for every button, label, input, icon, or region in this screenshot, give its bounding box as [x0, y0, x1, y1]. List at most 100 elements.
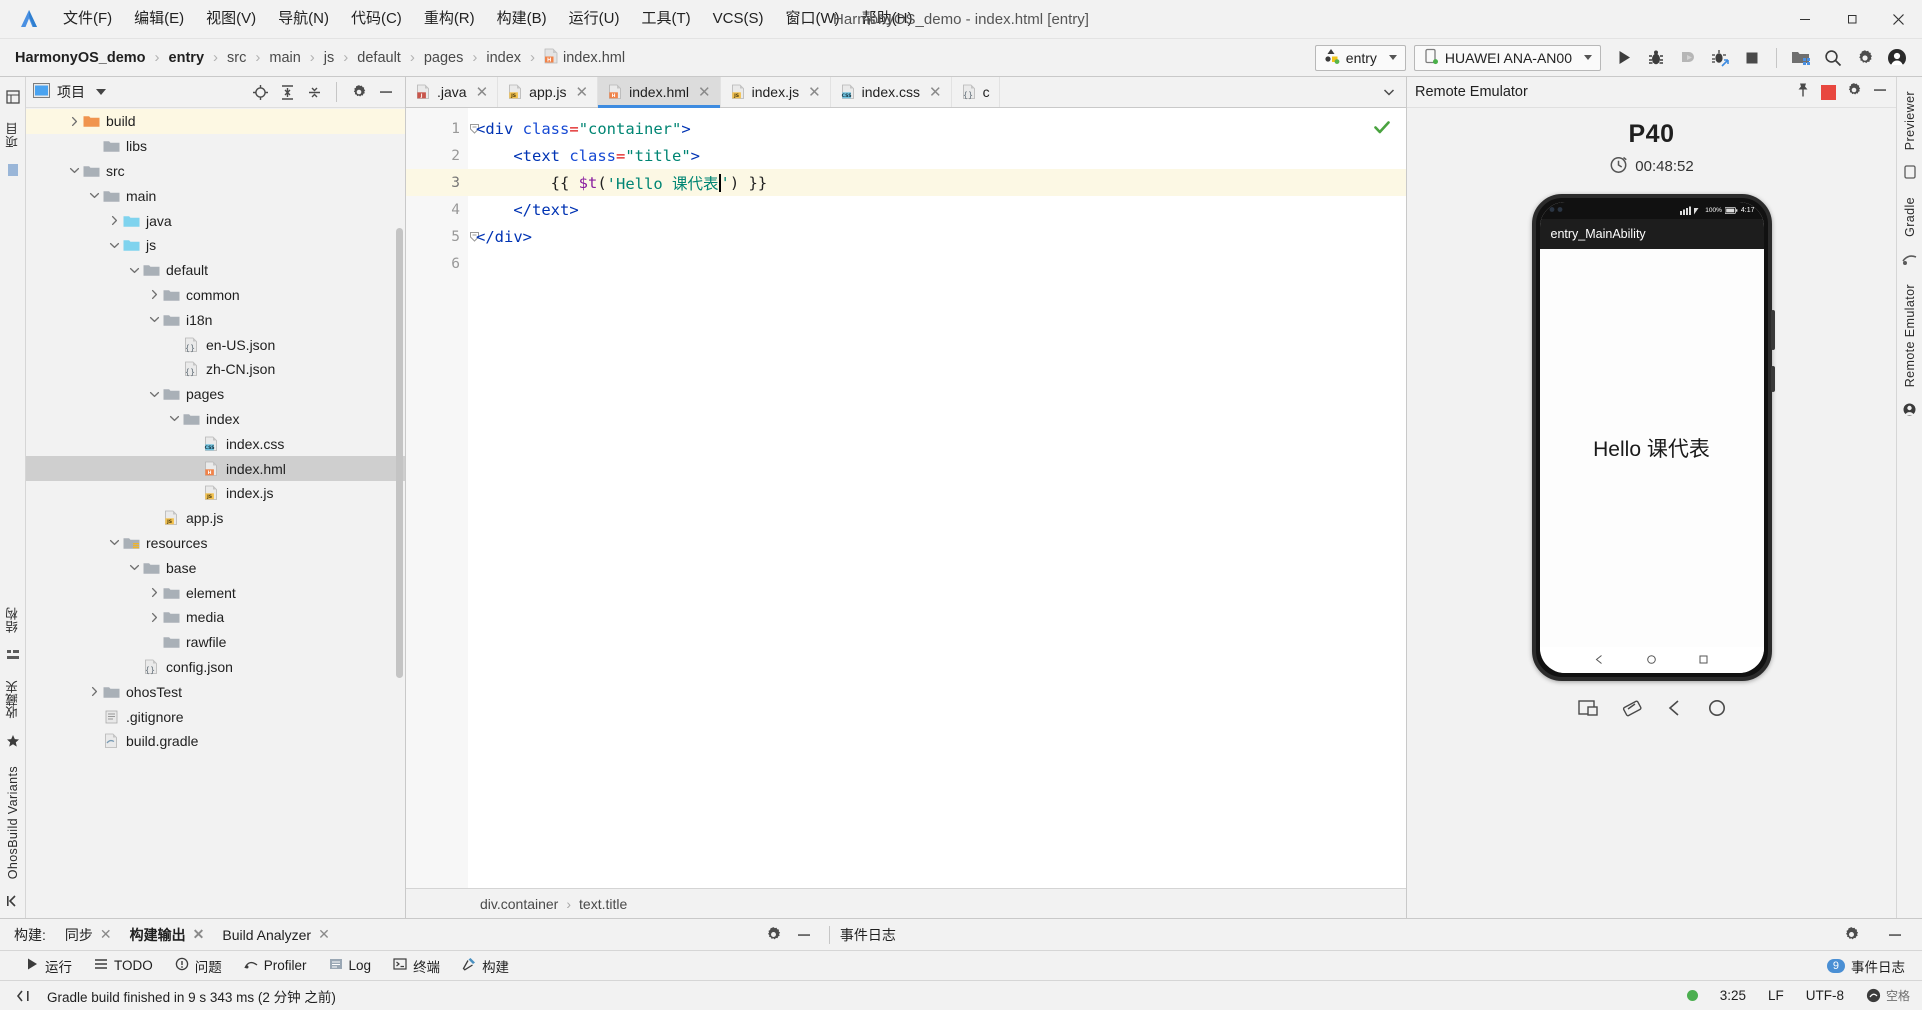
tree-row-base[interactable]: base: [26, 555, 405, 580]
code-editor[interactable]: 1 2 3 4 5 6 <div class = "container" > <text cla…: [406, 108, 1406, 888]
tree-row-ohostest[interactable]: ohosTest: [26, 679, 405, 704]
stop-button[interactable]: [1737, 43, 1767, 73]
phone-app-content[interactable]: Hello 课代表: [1539, 249, 1764, 647]
breadcrumb-item-index[interactable]: index: [484, 48, 523, 68]
code-line[interactable]: [468, 250, 1406, 277]
tool-button-log[interactable]: Log: [318, 954, 383, 977]
tree-row-index[interactable]: index: [26, 407, 405, 432]
line-separator[interactable]: LF: [1768, 988, 1784, 1003]
editor-tab-index-hml[interactable]: Hindex.hml ✕: [598, 77, 721, 108]
chevron-down-icon[interactable]: [106, 240, 122, 251]
expand-all-button[interactable]: [275, 80, 299, 104]
caret-position[interactable]: 3:25: [1720, 988, 1746, 1003]
stop-emulator-icon[interactable]: [1821, 84, 1836, 100]
chevron-right-icon[interactable]: [66, 116, 82, 127]
menu-item-edit[interactable]: 编辑(E): [123, 5, 195, 33]
breadcrumb-item-module[interactable]: entry: [167, 48, 206, 68]
sidebar-item-gradle[interactable]: Gradle: [1899, 189, 1921, 245]
file-encoding[interactable]: UTF-8: [1806, 988, 1844, 1003]
breadcrumb-item-default[interactable]: default: [355, 48, 403, 68]
star-icon[interactable]: [6, 734, 20, 751]
tool-button-terminal[interactable]: 终端: [382, 953, 451, 979]
tree-row-common[interactable]: common: [26, 283, 405, 308]
emulator-settings-icon[interactable]: [1846, 82, 1862, 102]
previewer-icon[interactable]: [1903, 165, 1917, 182]
device-selector[interactable]: HUAWEI ANA-AN00: [1413, 44, 1601, 71]
tool-button-todo[interactable]: TODO: [83, 954, 164, 977]
chevron-down-icon[interactable]: [166, 413, 182, 424]
chevron-right-icon[interactable]: [146, 612, 162, 623]
tool-button-problems[interactable]: 问题: [164, 953, 233, 979]
tree-row-index-hml[interactable]: Hindex.hml: [26, 456, 405, 481]
code-line[interactable]: {{ $t('Hello 课代表 ') }}: [468, 169, 1406, 196]
close-icon[interactable]: ✕: [808, 83, 821, 101]
chevron-down-icon[interactable]: [66, 165, 82, 176]
tree-row-en-us-json[interactable]: {} en-US.json: [26, 332, 405, 357]
status-hide-button[interactable]: [8, 981, 38, 1010]
close-button[interactable]: [1875, 0, 1922, 39]
breadcrumb-item-main[interactable]: main: [267, 48, 302, 68]
menu-item-file[interactable]: 文件(F): [52, 5, 123, 33]
maximize-button[interactable]: [1828, 0, 1875, 39]
close-icon[interactable]: ✕: [193, 926, 205, 943]
menu-item-vcs[interactable]: VCS(S): [702, 5, 775, 33]
build-hide-button[interactable]: [789, 920, 819, 950]
gradle-icon[interactable]: [1902, 252, 1917, 269]
tree-row-src[interactable]: src: [26, 159, 405, 184]
close-icon[interactable]: ✕: [929, 83, 942, 101]
hide-left-panel-icon[interactable]: [6, 894, 20, 911]
menu-item-help[interactable]: 帮助(H): [851, 5, 924, 33]
chevron-down-icon[interactable]: [96, 89, 106, 95]
code-line[interactable]: </div>: [468, 223, 1406, 250]
search-button[interactable]: [1818, 43, 1848, 73]
tree-row-config-json[interactable]: {} config.json: [26, 655, 405, 680]
tree-row-index-css[interactable]: CSS index.css: [26, 431, 405, 456]
tree-row-rawfile[interactable]: rawfile: [26, 630, 405, 655]
tree-row--gitignore[interactable]: .gitignore: [26, 704, 405, 729]
sidebar-item-previewer[interactable]: Previewer: [1899, 83, 1921, 158]
tree-row-default[interactable]: default: [26, 258, 405, 283]
back-triangle-icon[interactable]: [1594, 653, 1605, 668]
profile-button[interactable]: [1705, 43, 1735, 73]
project-tree[interactable]: build libs src main java js default common i18n {…: [26, 108, 405, 918]
chevron-down-icon[interactable]: [126, 265, 142, 276]
pin-icon[interactable]: [1795, 82, 1811, 102]
tree-row-app-js[interactable]: JS app.js: [26, 506, 405, 531]
build-tab-sync[interactable]: 同步 ✕: [56, 922, 121, 948]
structure-icon[interactable]: [6, 648, 20, 665]
tool-button-run[interactable]: 运行: [14, 953, 83, 979]
tree-row-element[interactable]: element: [26, 580, 405, 605]
run-button[interactable]: [1609, 43, 1639, 73]
breadcrumb-item-pages[interactable]: pages: [422, 48, 466, 68]
tree-row-zh-cn-json[interactable]: {} zh-CN.json: [26, 357, 405, 382]
screenshot-icon[interactable]: [1577, 697, 1599, 719]
rotate-icon[interactable]: [1621, 697, 1643, 719]
event-log-panel-title[interactable]: 事件日志: [840, 925, 896, 945]
locate-file-button[interactable]: [248, 80, 272, 104]
breadcrumb-item-src[interactable]: src: [225, 48, 248, 68]
tree-row-java[interactable]: java: [26, 208, 405, 233]
menu-item-build[interactable]: 构建(B): [486, 5, 558, 33]
menu-item-view[interactable]: 视图(V): [195, 5, 267, 33]
tree-row-media[interactable]: media: [26, 605, 405, 630]
emulator-hide-icon[interactable]: [1872, 82, 1888, 102]
tree-row-index-js[interactable]: JS index.js: [26, 481, 405, 506]
breadcrumb-item-file[interactable]: H index.hml: [542, 46, 627, 70]
chevron-right-icon[interactable]: [146, 289, 162, 300]
account-button[interactable]: [1882, 43, 1912, 73]
code-line[interactable]: <text class = "title" >: [468, 142, 1406, 169]
chevron-down-icon[interactable]: [146, 314, 162, 325]
recents-square-icon[interactable]: [1698, 653, 1709, 668]
tree-row-main[interactable]: main: [26, 183, 405, 208]
close-icon[interactable]: ✕: [698, 83, 711, 101]
event-log-button[interactable]: 9 事件日志: [1818, 954, 1914, 978]
project-settings-button[interactable]: [347, 80, 371, 104]
editor-tab--java[interactable]: J .java ✕: [406, 77, 499, 107]
emulator-phone-frame[interactable]: 100% 4:17 entry_MainAbility Hello 课代表: [1531, 194, 1775, 681]
collapse-all-button[interactable]: [302, 80, 326, 104]
code-line[interactable]: </text>: [468, 196, 1406, 223]
tree-scrollbar[interactable]: [396, 228, 403, 678]
tool-button-build[interactable]: 构建: [451, 953, 520, 979]
breadcrumb-element-div[interactable]: div.container: [480, 896, 558, 912]
emulator-back-icon[interactable]: [1665, 698, 1685, 718]
